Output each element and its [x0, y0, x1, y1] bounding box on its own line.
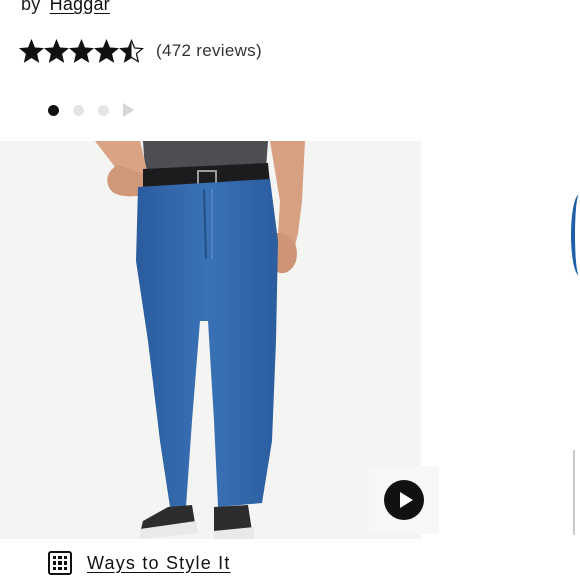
carousel-pagination: [48, 100, 134, 120]
play-video-button[interactable]: [369, 466, 439, 534]
rating-row[interactable]: (472 reviews): [19, 36, 262, 66]
next-slide-preview-edge: [573, 450, 580, 535]
carousel-dot[interactable]: [73, 104, 84, 116]
grid-icon: [48, 551, 72, 575]
carousel-dot[interactable]: [98, 104, 109, 116]
review-count[interactable]: (472 reviews): [156, 41, 262, 61]
ways-to-style-link[interactable]: Ways to Style It: [87, 553, 231, 574]
brand-line: by Haggar: [21, 0, 110, 15]
star-full-icon: [44, 38, 69, 63]
brand-link[interactable]: Haggar: [50, 0, 110, 14]
ways-to-style-row[interactable]: Ways to Style It: [48, 551, 231, 575]
jeans-model-image: [95, 141, 305, 539]
product-detail-page: by Haggar (472 reviews) Ways to Style It: [0, 0, 580, 580]
chevron-right-icon[interactable]: [123, 103, 134, 117]
star-full-icon: [19, 38, 44, 63]
carousel-dot[interactable]: [48, 104, 59, 116]
star-half-icon: [119, 38, 144, 63]
star-rating: [19, 38, 144, 64]
by-prefix: by: [21, 0, 41, 14]
product-image[interactable]: [0, 141, 421, 539]
play-icon: [384, 480, 424, 520]
next-slide-preview[interactable]: [571, 195, 580, 275]
star-full-icon: [69, 38, 94, 63]
star-full-icon: [94, 38, 119, 63]
